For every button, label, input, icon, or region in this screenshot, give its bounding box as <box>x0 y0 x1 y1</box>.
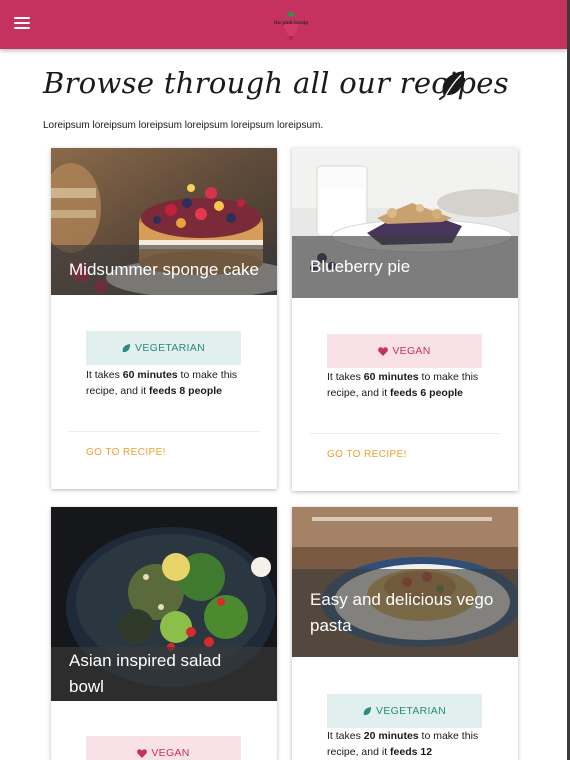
vegan-tag: VEGAN <box>327 334 482 368</box>
tag-label: VEGAN <box>392 345 431 357</box>
recipe-title-overlay: Easy and delicious vego pasta <box>292 569 518 657</box>
recipe-title-overlay: Blueberry pie <box>292 236 518 298</box>
heart-icon <box>378 346 389 356</box>
vegan-tag: VEGAN <box>86 736 241 760</box>
hamburger-menu-icon[interactable] <box>14 17 30 31</box>
vegetarian-tag: VEGETARIAN <box>327 694 482 728</box>
recipe-description: It takes 60 minutes to make this recipe,… <box>86 369 238 397</box>
recipe-description: It takes 60 minutes to make this recipe,… <box>327 371 479 399</box>
tag-label: VEGETARIAN <box>376 705 446 717</box>
recipe-title: Easy and delicious vego pasta <box>310 590 494 635</box>
brand-logo[interactable]: the pink turnip <box>272 8 310 42</box>
go-to-recipe-link[interactable]: GO TO RECIPE! <box>327 449 407 460</box>
recipe-card: Midsummer sponge cake VEGETARIAN It take… <box>51 148 277 489</box>
leaf-icon <box>363 706 372 715</box>
recipe-description: It takes 20 minutes to make this recipe,… <box>327 730 479 758</box>
tag-label: VEGETARIAN <box>135 342 205 354</box>
recipe-title-overlay: Asian inspired salad bowl <box>51 647 277 701</box>
intro-text: Loreipsum loreipsum loreipsum loreipsum … <box>43 120 324 131</box>
vegetarian-tag: VEGETARIAN <box>86 331 241 365</box>
recipe-title-overlay: Midsummer sponge cake <box>51 245 277 295</box>
leaf-icon <box>122 343 131 352</box>
recipe-title: Midsummer sponge cake <box>69 260 259 279</box>
tag-label: VEGAN <box>151 747 190 759</box>
card-divider <box>69 431 259 432</box>
recipe-card: Asian inspired salad bowl VEGAN <box>51 507 277 760</box>
leaf-icon <box>439 71 465 100</box>
go-to-recipe-link[interactable]: GO TO RECIPE! <box>86 447 166 458</box>
logo-text: the pink turnip <box>273 20 309 25</box>
card-divider <box>310 433 500 434</box>
recipe-card: Easy and delicious vego pasta VEGETARIAN… <box>292 507 518 760</box>
recipe-title: Blueberry pie <box>310 257 411 276</box>
recipe-title: Asian inspired salad bowl <box>69 651 222 696</box>
turnip-logo-icon <box>284 10 298 41</box>
top-app-bar: the pink turnip <box>0 0 567 49</box>
heart-icon <box>137 748 148 758</box>
recipe-card: Blueberry pie VEGAN It takes 60 minutes … <box>292 148 518 491</box>
